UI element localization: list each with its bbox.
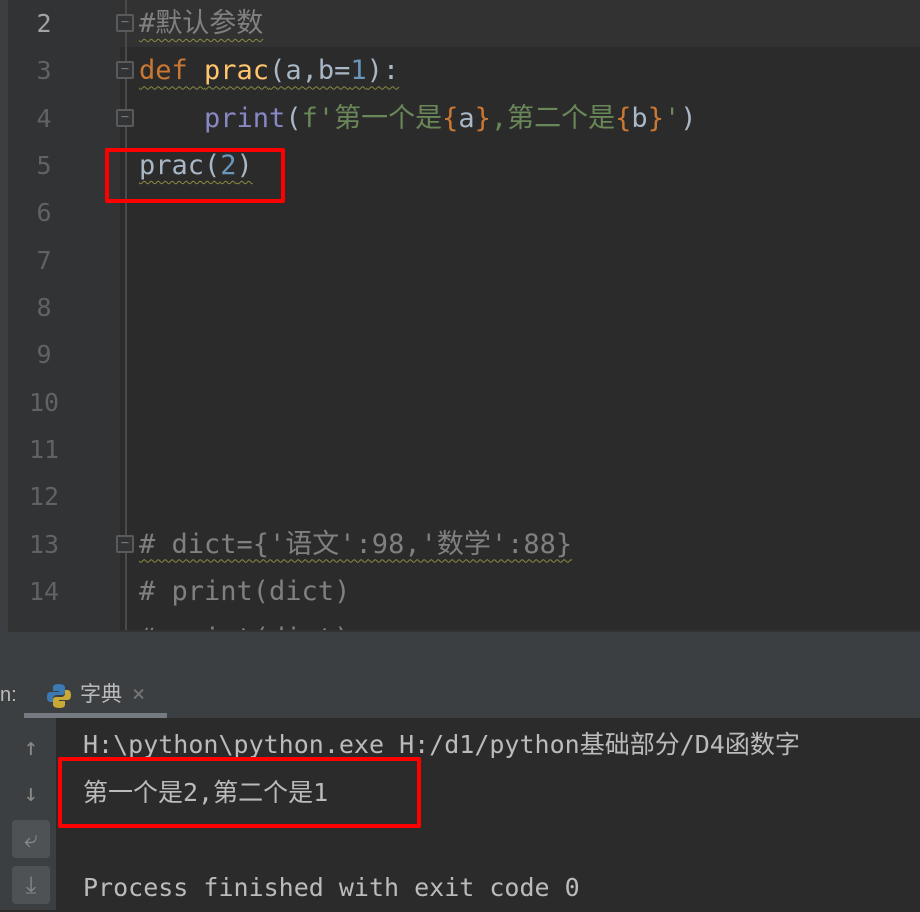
fold-toggle-icon[interactable]: − (116, 534, 134, 553)
code-token-str: ' (663, 102, 681, 134)
code-line: # print(dict) (139, 568, 350, 615)
line-number (8, 615, 80, 630)
code-token-plain: ) (680, 102, 697, 134)
code-token-builtin: print (204, 102, 286, 134)
code-token-plain: a (458, 102, 475, 134)
line-number: 3 (36, 56, 52, 86)
line-number: 11 (28, 434, 60, 464)
python-icon (47, 684, 71, 708)
code-line: #默认参数 (139, 0, 263, 47)
code-line-content: def prac(a,b=1): (139, 55, 399, 86)
code-line-content: print(f'第一个是{a},第二个是{b}') (139, 103, 696, 134)
code-line: def prac(a,b=1): (139, 47, 399, 94)
line-number: 6 (36, 198, 52, 228)
line-number: 4 (36, 103, 52, 133)
annotation-box-output (58, 757, 421, 828)
code-editor[interactable]: 2− #默认参数 3− def prac(a,b=1): 4− print(f'第一个是… (0, 0, 920, 630)
line-number: 8 (36, 292, 52, 322)
run-tool-window-header: n: 字典 × (0, 672, 920, 718)
code-token-comment: # print(dict) (139, 623, 350, 630)
code-line-content: #默认参数 (139, 8, 263, 39)
fold-toggle-icon[interactable]: − (116, 61, 134, 80)
code-token-plain: (a,b= (269, 55, 351, 87)
arrow-down-icon[interactable]: ↓ (12, 774, 50, 812)
code-line-content: # dict={'语文':98,'数学':88} (139, 529, 572, 560)
code-token-brace: { (442, 102, 459, 134)
code-token-str: f'第一个是 (301, 102, 443, 134)
arrow-up-icon[interactable]: ↑ (12, 728, 50, 766)
fold-toggle-icon[interactable]: − (116, 108, 134, 127)
code-line: # dict={'语文':98,'数学':88} (139, 521, 572, 568)
code-token-plain: ): (366, 55, 400, 87)
code-token-plain: b (631, 102, 648, 134)
close-icon[interactable]: × (132, 672, 145, 718)
line-number: 9 (36, 340, 52, 370)
run-label: n: (0, 684, 17, 706)
code-token-comment: #默认参数 (139, 8, 264, 39)
code-token-comment: # dict={'语文':98,'数学':88} (139, 528, 573, 560)
code-token-brace: } (474, 102, 491, 134)
console-line: Process finished with exit code 0 (83, 873, 580, 902)
console-toolbar: ↑ ↓ ⤶ ⤓ (0, 718, 57, 910)
tab-label: 字典 (80, 683, 122, 706)
code-token-fn: prac (204, 55, 270, 87)
line-number: 2 (36, 9, 52, 38)
line-number: 7 (36, 245, 52, 275)
tab-run-config[interactable]: 字典 × (24, 672, 167, 718)
code-line: # print(dict) (139, 615, 350, 630)
code-line-content: # print(dict) (139, 576, 350, 607)
line-number: 13 (28, 529, 60, 559)
line-number: 14 (28, 576, 60, 606)
code-line: print(f'第一个是{a},第二个是{b}') (139, 95, 696, 142)
code-token-kw: def (139, 55, 205, 87)
code-token-num: 1 (350, 55, 367, 87)
code-token-brace: { (615, 102, 632, 134)
soft-wrap-icon[interactable]: ⤶ (12, 820, 50, 858)
code-token-str: ,第二个是 (490, 102, 616, 134)
line-number: 5 (36, 150, 52, 180)
code-line-content: # print(dict) (139, 623, 350, 630)
line-number: 12 (28, 482, 60, 512)
scroll-to-end-icon[interactable]: ⤓ (12, 866, 50, 904)
code-token-comment: # print(dict) (139, 575, 351, 607)
code-token-plain: ( (285, 102, 302, 134)
annotation-box-call (105, 148, 285, 203)
line-number: 10 (28, 387, 60, 417)
editor-bottom-strip (8, 630, 920, 674)
fold-toggle-icon[interactable]: − (116, 14, 134, 32)
code-token-brace: } (647, 102, 664, 134)
